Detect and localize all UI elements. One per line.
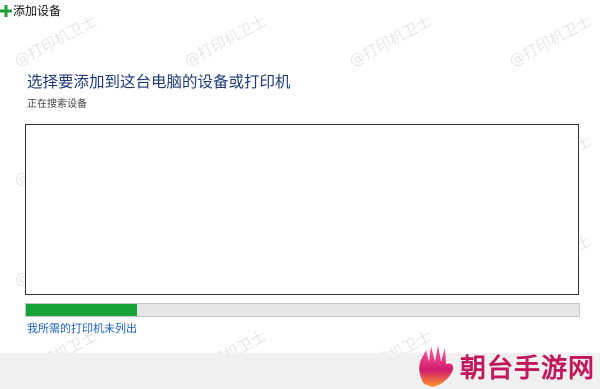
title-bar: 添加设备 [0, 0, 600, 26]
add-device-plus-icon [0, 2, 12, 17]
page-heading: 选择要添加到这台电脑的设备或打印机 [27, 73, 291, 91]
search-progress-fill [26, 304, 137, 316]
search-status-text: 正在搜索设备 [27, 99, 87, 110]
hand-logo-icon [419, 345, 454, 387]
search-progress-bar [25, 303, 580, 317]
window-title: 添加设备 [13, 4, 62, 18]
brand-text: 朝台手游网 [460, 353, 596, 384]
brand-logo: 朝台手游网 [416, 343, 600, 389]
printer-not-listed-link[interactable]: 我所需的打印机未列出 [27, 322, 137, 336]
device-list[interactable] [25, 124, 579, 295]
